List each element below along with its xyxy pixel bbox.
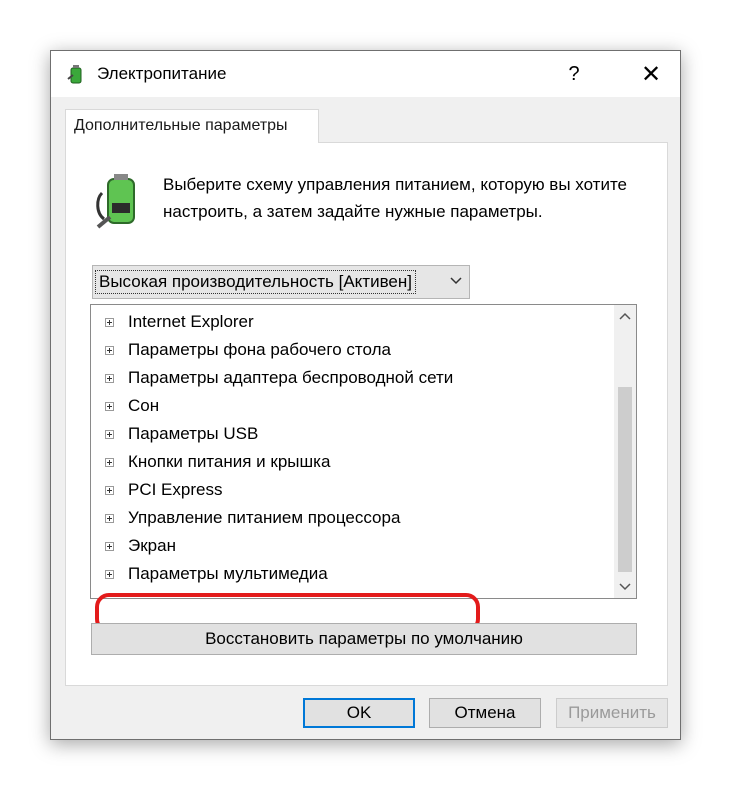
tree-item-label: PCI Express <box>128 480 223 499</box>
help-button[interactable]: ? <box>551 51 597 97</box>
expand-icon[interactable] <box>105 457 114 467</box>
expand-icon[interactable] <box>105 345 114 355</box>
tree-item[interactable]: Internet Explorer <box>105 308 254 336</box>
expand-icon[interactable] <box>105 541 114 551</box>
battery-plug-icon <box>96 174 135 229</box>
tab-advanced-settings[interactable]: Дополнительные параметры <box>65 109 319 143</box>
tree-item[interactable]: PCI Express <box>105 476 222 504</box>
tree-item-label: Управление питанием процессора <box>128 508 401 527</box>
window-title: Электропитание <box>97 64 227 83</box>
close-button[interactable]: ✕ <box>621 51 681 97</box>
scroll-thumb[interactable] <box>618 387 632 572</box>
cancel-button[interactable]: Отмена <box>429 698 541 728</box>
restore-defaults-button[interactable]: Восстановить параметры по умолчанию <box>91 623 637 655</box>
tree-item[interactable]: Параметры адаптера беспроводной сети <box>105 364 453 392</box>
settings-panel: Выберите схему управления питанием, кото… <box>65 142 668 686</box>
power-scheme-value: Высокая производительность [Активен] <box>95 270 416 294</box>
tree-item-label: Параметры адаптера беспроводной сети <box>128 368 454 387</box>
tree-item-label: Кнопки питания и крышка <box>128 452 331 471</box>
tree-item[interactable]: Параметры мультимедиа <box>105 560 328 588</box>
power-scheme-dropdown[interactable]: Высокая производительность [Активен] <box>92 265 470 299</box>
tree-item[interactable]: Кнопки питания и крышка <box>105 448 330 476</box>
tree-item-label: Параметры USB <box>128 424 259 443</box>
battery-app-icon <box>67 65 82 84</box>
tree-item-label: Параметры фона рабочего стола <box>128 340 391 359</box>
expand-icon[interactable] <box>105 401 114 411</box>
expand-icon[interactable] <box>105 569 114 579</box>
expand-icon[interactable] <box>105 317 114 327</box>
description-text: Выберите схему управления питанием, кото… <box>163 175 628 221</box>
tree-item-label: Сон <box>128 396 160 415</box>
scroll-up-button[interactable] <box>614 305 636 327</box>
expand-icon[interactable] <box>105 429 114 439</box>
expand-icon[interactable] <box>105 513 114 523</box>
tree-item[interactable]: Параметры фона рабочего стола <box>105 336 391 364</box>
tree-item[interactable]: Экран <box>105 532 176 560</box>
tree-item-label: Экран <box>128 536 176 555</box>
expand-icon[interactable] <box>105 485 114 495</box>
ok-button[interactable]: OK <box>303 698 415 728</box>
tree-item-processor-power[interactable]: Управление питанием процессора <box>105 504 400 532</box>
expand-icon[interactable] <box>105 373 114 383</box>
tree-item[interactable]: Сон <box>105 392 159 420</box>
vertical-scrollbar[interactable] <box>614 305 636 598</box>
chevron-down-icon <box>619 583 631 591</box>
tree-item-label: Internet Explorer <box>128 312 254 331</box>
apply-button[interactable]: Применить <box>556 698 668 728</box>
tree-item[interactable]: Параметры USB <box>105 420 258 448</box>
scroll-down-button[interactable] <box>614 576 636 598</box>
tree-item-label: Параметры мультимедиа <box>128 564 328 583</box>
title-bar[interactable]: Электропитание ? ✕ <box>51 51 680 97</box>
power-options-window: Электропитание ? ✕ Дополнительные параме… <box>50 50 681 740</box>
chevron-up-icon <box>619 312 631 320</box>
chevron-down-icon <box>450 277 462 285</box>
settings-tree[interactable]: Internet Explorer Параметры фона рабочег… <box>90 304 637 599</box>
